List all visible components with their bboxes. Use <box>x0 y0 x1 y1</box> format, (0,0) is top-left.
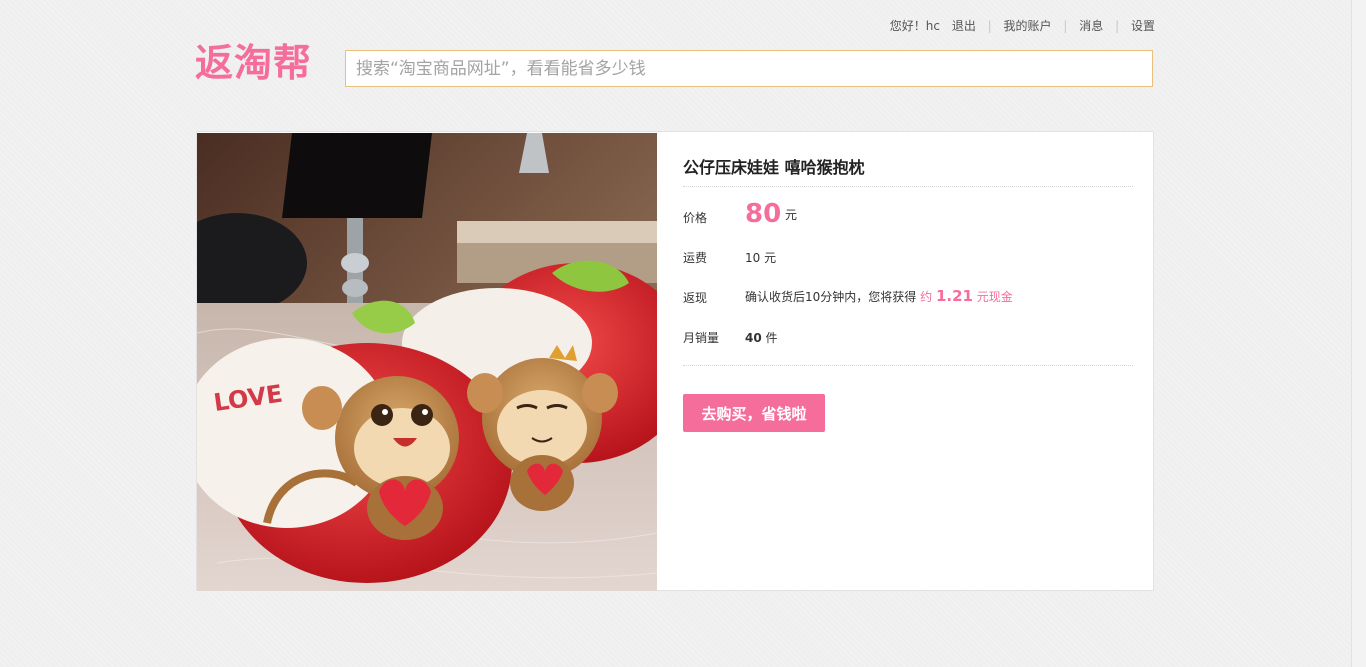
buy-button[interactable]: 去购买，省钱啦 <box>683 394 825 432</box>
price-unit: 元 <box>785 208 798 222</box>
nav-separator: | <box>987 19 992 33</box>
divider <box>683 365 1133 366</box>
product-info: 公仔压床娃娃 嘻哈猴抱枕 价格 80 元 运费 10 元 返现 确认收货后10分… <box>683 132 1133 432</box>
shipping-label: 运费 <box>683 251 708 265</box>
sales-label: 月销量 <box>683 331 720 345</box>
greeting-text: 您好！hc <box>889 19 940 33</box>
cashback-row: 返现 确认收货后10分钟内，您将获得 约 1.21 元现金 <box>683 275 1133 315</box>
nav-separator: | <box>1063 19 1068 33</box>
site-logo[interactable]: 返淘帮 <box>195 44 312 82</box>
product-image[interactable]: LOVE <box>197 133 657 591</box>
price-value-wrap: 80 元 <box>745 199 797 229</box>
cashback-label: 返现 <box>683 291 708 305</box>
my-account-link[interactable]: 我的账户 <box>1004 19 1052 33</box>
logout-link[interactable]: 退出 <box>952 19 976 33</box>
messages-link[interactable]: 消息 <box>1079 19 1103 33</box>
shipping-value: 10 元 <box>745 251 777 265</box>
cashback-about: 约 <box>920 290 933 304</box>
page: 您好！hc 退出 | 我的账户 | 消息 | 设置 返淘帮 搜索“淘宝商品网址”… <box>0 0 1366 667</box>
search-input[interactable] <box>346 51 1152 86</box>
settings-link[interactable]: 设置 <box>1131 19 1155 33</box>
cashback-amount: 1.21 <box>935 287 973 305</box>
vertical-scrollbar[interactable] <box>1351 0 1366 667</box>
price-row: 价格 80 元 <box>683 195 1133 235</box>
shipping-row: 运费 10 元 <box>683 235 1133 275</box>
cashback-value: 确认收货后10分钟内，您将获得 约 1.21 元现金 <box>745 287 1013 305</box>
nav-separator: | <box>1115 19 1120 33</box>
price-value: 80 <box>745 199 782 229</box>
sales-value-wrap: 40 件 <box>745 329 778 346</box>
divider <box>683 186 1133 187</box>
sales-unit: 件 <box>765 331 778 345</box>
search-box <box>345 50 1153 87</box>
top-navigation: 您好！hc 退出 | 我的账户 | 消息 | 设置 <box>880 17 1155 34</box>
product-title: 公仔压床娃娃 嘻哈猴抱枕 <box>683 158 865 177</box>
price-label: 价格 <box>683 211 708 225</box>
product-card: LOVE 公仔压床娃娃 嘻哈猴抱枕 价格 80 元 运费 10 元 返现 确认收… <box>196 131 1154 591</box>
monthly-sales-row: 月销量 40 件 <box>683 315 1133 355</box>
cashback-prefix: 确认收货后10分钟内，您将获得 <box>745 290 917 304</box>
cashback-suffix: 元现金 <box>976 290 1013 304</box>
sales-value: 40 <box>745 331 762 345</box>
